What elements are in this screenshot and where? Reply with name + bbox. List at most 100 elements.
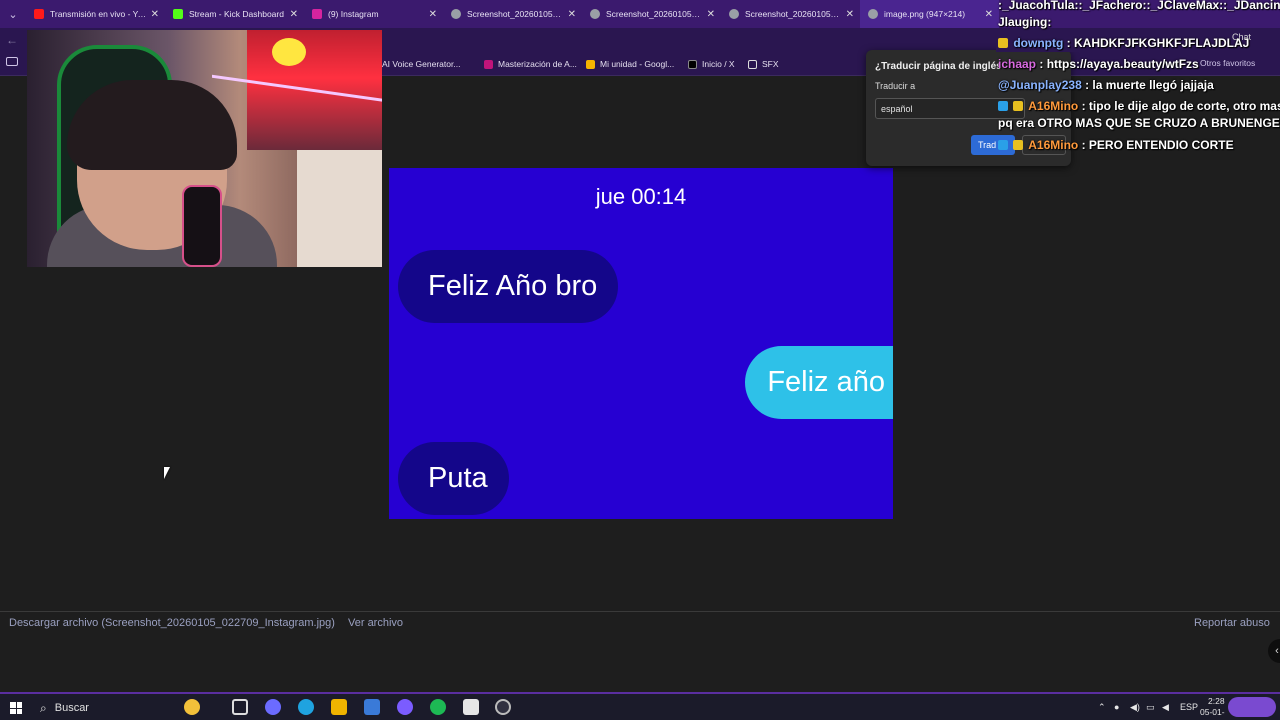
tab-screenshot-3[interactable]: Screenshot_20260105-02251 ✕ — [721, 0, 860, 28]
bookmark-label: AI Voice Generator... — [382, 59, 461, 69]
bookmark-label: SFX — [762, 59, 779, 69]
webcam-overlay — [27, 30, 382, 267]
globe-icon — [868, 9, 878, 19]
message-bubble-incoming: Feliz Año bro — [398, 250, 619, 323]
chat-text: : KAHDKFJFKGHKFJFLAJDLAJ — [1066, 36, 1250, 50]
taskbar-clock[interactable]: 2:28 05-01- — [1200, 696, 1225, 718]
tab-label: Screenshot_20260105-02251 — [745, 9, 842, 19]
tab-menu-chevron-icon[interactable]: ⌄ — [0, 0, 26, 28]
tray-chevron-icon[interactable]: ⌃ — [1098, 702, 1106, 713]
chat-message: ichaap : https://ayaya.beauty/wtFzs — [998, 57, 1199, 71]
taskbar: ⌕ Buscar ⌃ ● ◀) ▭ ◀ ESP 2:28 05-01- — [0, 692, 1280, 720]
chat-username: downptg — [1013, 36, 1064, 50]
badge-icon — [998, 140, 1008, 150]
discord-icon[interactable] — [397, 699, 413, 715]
search-placeholder: Buscar — [54, 702, 89, 714]
tab-label: Screenshot_20260105-02230 — [606, 9, 703, 19]
badge-icon — [998, 101, 1008, 111]
back-arrow-icon[interactable]: ← — [6, 33, 18, 47]
sidebar-toggle-icon[interactable] — [6, 57, 18, 66]
tab-screenshot-1[interactable]: Screenshot_20260105-02230 ✕ — [443, 0, 582, 28]
download-file-link[interactable]: Descargar archivo (Screenshot_20260105_0… — [9, 617, 335, 629]
screen: ⌄ Transmisión en vivo - YouTube ✕ Stream… — [0, 0, 1280, 720]
chat-message: A16Mino : PERO ENTENDIO CORTE — [998, 138, 1234, 152]
chat-message: downptg : KAHDKFJFKGHKFJFLAJDLAJ — [998, 36, 1249, 50]
bookmark-label: Masterización de A... — [498, 59, 577, 69]
close-icon[interactable]: ✕ — [151, 9, 159, 20]
tab-label: image.png (947×214) — [884, 9, 966, 19]
copilot-sparkle-icon[interactable] — [184, 699, 200, 715]
store-icon[interactable] — [364, 699, 380, 715]
file-explorer-icon[interactable] — [331, 699, 347, 715]
webcam-microphone — [182, 185, 222, 267]
chat-message: @Juanplay238 : la muerte llegó jajjaja — [998, 78, 1214, 92]
chat-text: pq era OTRO MAS QUE SE CRUZO A BRUNENGER — [998, 116, 1280, 130]
clock-time: 2:28 — [1208, 696, 1225, 706]
translate-target-label: Traducir a — [875, 81, 916, 91]
tab-instagram[interactable]: (9) Instagram ✕ — [304, 0, 443, 28]
youtube-icon — [34, 9, 44, 19]
badge-icon — [998, 38, 1008, 48]
windows-start-icon[interactable] — [10, 702, 22, 714]
chat-text: :_JuacohTula::_JFachero::_JClaveMax::_JD… — [998, 0, 1280, 12]
bookmark-x[interactable]: Inicio / X — [688, 52, 735, 76]
clock-date: 05-01- — [1200, 707, 1225, 717]
webcam-shelf — [297, 150, 382, 267]
bookmark-drive[interactable]: Mi unidad - Googl... — [586, 52, 674, 76]
message-bubble-outgoing: Feliz año — [745, 346, 893, 419]
tab-youtube[interactable]: Transmisión en vivo - YouTube ✕ — [26, 0, 165, 28]
globe-icon — [729, 9, 739, 19]
bookmark-label: Mi unidad - Googl... — [600, 59, 675, 69]
chat-text: : tipo le dije algo de corte, otro mas — [1081, 99, 1280, 113]
close-icon[interactable]: ✕ — [568, 9, 576, 20]
capcut-icon[interactable] — [463, 699, 479, 715]
x-logo-icon — [688, 59, 697, 69]
task-view-icon[interactable] — [232, 699, 248, 715]
network-icon[interactable]: ▭ — [1146, 702, 1155, 713]
speaker-icon[interactable]: ◀ — [1162, 702, 1169, 713]
bookmark-ai-voice[interactable]: AI Voice Generator... — [382, 52, 460, 76]
spotify-icon[interactable] — [430, 699, 446, 715]
tab-image[interactable]: image.png (947×214) ✕ — [860, 0, 999, 28]
mouse-cursor-icon — [164, 467, 170, 479]
tab-kick[interactable]: Stream - Kick Dashboard ✕ — [165, 0, 304, 28]
footer-divider — [0, 611, 1280, 612]
badge-icon — [1013, 140, 1024, 150]
image-preview: jue 00:14 Feliz Año bro Feliz año Puta — [389, 168, 893, 519]
message-bubble-incoming: Puta — [398, 442, 509, 515]
report-abuse-link[interactable]: Reportar abuso — [1194, 617, 1270, 629]
kick-icon — [173, 9, 183, 19]
close-icon[interactable]: ✕ — [707, 9, 715, 20]
obs-icon[interactable] — [495, 699, 511, 715]
close-icon[interactable]: ✕ — [846, 9, 854, 20]
bookmark-sfx[interactable]: SFX — [748, 52, 779, 76]
chat-message: A16Mino : tipo le dije algo de corte, ot… — [998, 99, 1280, 113]
language-indicator[interactable]: ESP — [1180, 702, 1198, 712]
tab-screenshot-2[interactable]: Screenshot_20260105-02230 ✕ — [582, 0, 721, 28]
chat-message: Jlauging: — [998, 15, 1051, 29]
copilot-icon[interactable] — [265, 699, 281, 715]
notification-widget[interactable] — [1228, 697, 1276, 717]
close-icon[interactable]: ✕ — [429, 9, 437, 20]
close-icon[interactable]: ✕ — [985, 9, 993, 20]
bookmark-label: Inicio / X — [702, 59, 735, 69]
microphone-icon[interactable]: ● — [1114, 702, 1119, 712]
tab-label: Stream - Kick Dashboard — [189, 9, 284, 19]
bookmark-masterizacion[interactable]: Masterización de A... — [484, 52, 577, 76]
close-icon[interactable]: ✕ — [290, 9, 298, 20]
chevron-left-icon[interactable]: ‹ — [1268, 639, 1280, 663]
chat-username: A16Mino — [1028, 138, 1079, 152]
badge-icon — [1013, 101, 1024, 111]
volume-icon[interactable]: ◀) — [1130, 702, 1140, 713]
chat-username: A16Mino — [1028, 99, 1079, 113]
search-icon: ⌕ — [40, 700, 47, 715]
message-timestamp: jue 00:14 — [595, 184, 687, 209]
globe-icon — [451, 9, 461, 19]
instagram-icon — [312, 9, 322, 19]
google-drive-icon — [586, 59, 595, 69]
edge-icon[interactable] — [298, 699, 314, 715]
view-file-link[interactable]: Ver archivo — [348, 617, 403, 629]
chat-text: : la muerte llegó jajjaja — [1085, 78, 1214, 92]
chat-username: @Juanplay238 — [998, 78, 1082, 92]
chat-text: : https://ayaya.beauty/wtFzs — [1039, 57, 1199, 71]
